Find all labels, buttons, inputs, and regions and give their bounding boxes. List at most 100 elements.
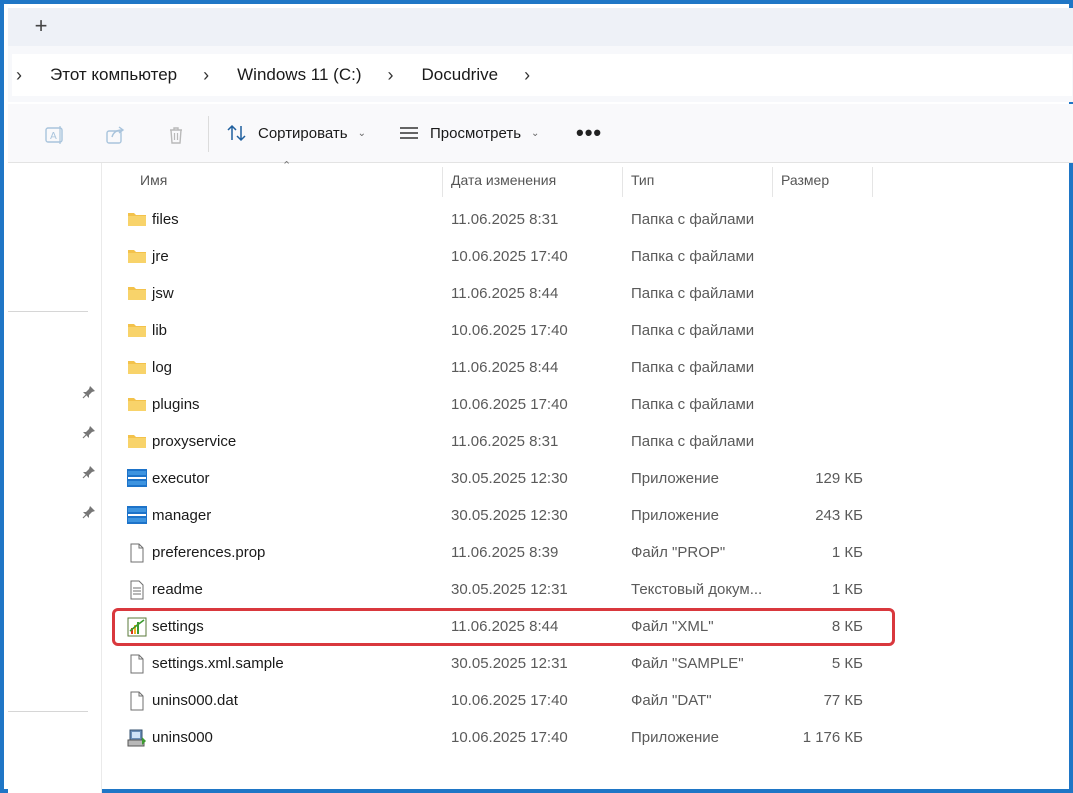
view-list-icon (400, 127, 418, 139)
file-type: Папка с файлами (631, 211, 755, 228)
breadcrumb-this-pc[interactable]: Этот компьютер (26, 65, 199, 85)
delete-icon[interactable] (165, 124, 187, 146)
breadcrumb-chevron-icon[interactable]: › (520, 54, 534, 96)
folder-icon (127, 247, 147, 265)
file-date: 11.06.2025 8:44 (451, 359, 559, 376)
address-bar[interactable]: › Этот компьютер › Windows 11 (C:) › Doc… (12, 54, 1072, 96)
pin-icon[interactable] (82, 505, 96, 519)
file-type: Файл "PROP" (631, 544, 726, 561)
sort-button[interactable]: Сортировать ⌄ (226, 118, 366, 148)
docudrive-app-icon (127, 469, 147, 487)
file-size: 1 КБ (831, 581, 863, 598)
file-type: Папка с файлами (631, 359, 755, 376)
file-type: Приложение (631, 470, 719, 487)
view-label: Просмотреть (430, 124, 522, 142)
file-type: Файл "SAMPLE" (631, 655, 744, 672)
column-header-date[interactable]: Дата изменения (451, 163, 556, 197)
view-button[interactable]: Просмотреть ⌄ (398, 118, 539, 148)
breadcrumb-docudrive[interactable]: Docudrive (398, 65, 521, 85)
file-row-unins000-dat[interactable]: unins000.dat 10.06.2025 17:40 Файл "DAT" 77… (102, 682, 1073, 719)
file-date: 30.05.2025 12:30 (451, 470, 568, 487)
breadcrumb-chevron-icon[interactable]: › (12, 54, 26, 96)
docudrive-app-icon (127, 506, 147, 524)
file-row-files[interactable]: files 11.06.2025 8:31 Папка с файлами (102, 201, 1073, 238)
file-row-manager[interactable]: manager 30.05.2025 12:30 Приложение 243 КБ (102, 497, 1073, 534)
sort-icon (227, 124, 246, 142)
column-separator[interactable] (442, 167, 443, 197)
column-header-type[interactable]: Тип (631, 163, 654, 197)
column-separator[interactable] (872, 167, 873, 197)
folder-icon (127, 210, 147, 228)
file-icon (127, 654, 147, 674)
column-separator[interactable] (622, 167, 623, 197)
explorer-window: + › Этот компьютер › Windows 11 (C:) › D… (0, 0, 1073, 793)
folder-icon (127, 432, 147, 450)
file-name: lib (152, 322, 168, 339)
file-date: 11.06.2025 8:39 (451, 544, 559, 561)
file-size: 1 176 КБ (802, 729, 863, 746)
share-icon[interactable] (105, 124, 127, 146)
installer-icon (127, 728, 147, 747)
breadcrumb-chevron-icon[interactable]: › (384, 54, 398, 96)
file-name: jre (152, 248, 169, 265)
file-name: readme (152, 581, 203, 598)
file-name: proxyservice (152, 433, 237, 450)
text-file-icon (127, 580, 147, 600)
file-size: 77 КБ (823, 692, 863, 709)
nav-divider (8, 311, 88, 312)
column-header-name[interactable]: Имя (140, 163, 167, 197)
file-list: ⌃ Имя Дата изменения Тип Размер files 11.… (102, 160, 1073, 793)
file-row-lib[interactable]: lib 10.06.2025 17:40 Папка с файлами (102, 312, 1073, 349)
file-row-proxyservice[interactable]: proxyservice 11.06.2025 8:31 Папка с файла… (102, 423, 1073, 460)
file-type: Папка с файлами (631, 285, 755, 302)
new-tab-button[interactable]: + (30, 15, 52, 38)
file-type: Папка с файлами (631, 433, 755, 450)
file-type: Папка с файлами (631, 248, 755, 265)
file-date: 10.06.2025 17:40 (451, 729, 568, 746)
file-row-jsw[interactable]: jsw 11.06.2025 8:44 Папка с файлами (102, 275, 1073, 312)
file-size: 5 КБ (831, 655, 863, 672)
file-size: 243 КБ (815, 507, 863, 524)
file-name: settings.xml.sample (152, 655, 284, 672)
file-name: plugins (152, 396, 200, 413)
file-row-plugins[interactable]: plugins 10.06.2025 17:40 Папка с файлами (102, 386, 1073, 423)
file-row-preferences-prop[interactable]: preferences.prop 11.06.2025 8:39 Файл "PRO… (102, 534, 1073, 571)
file-date: 30.05.2025 12:31 (451, 655, 568, 672)
breadcrumb-chevron-icon[interactable]: › (199, 54, 213, 96)
chevron-down-icon: ⌄ (357, 127, 367, 139)
navigation-pane (8, 163, 102, 793)
pin-icon[interactable] (82, 465, 96, 479)
chevron-down-icon: ⌄ (531, 127, 540, 139)
file-row-jre[interactable]: jre 10.06.2025 17:40 Папка с файлами (102, 238, 1073, 275)
file-date: 30.05.2025 12:30 (451, 507, 568, 524)
file-size: 1 КБ (831, 544, 863, 561)
file-date: 11.06.2025 8:44 (451, 285, 559, 302)
column-separator[interactable] (772, 167, 773, 197)
folder-icon (127, 321, 147, 339)
breadcrumb-drive-c[interactable]: Windows 11 (C:) (213, 65, 383, 85)
file-icon (127, 543, 147, 563)
pin-icon[interactable] (82, 385, 96, 399)
file-row-unins000[interactable]: unins000 10.06.2025 17:40 Приложение 1 176 … (102, 719, 1073, 756)
file-row-readme[interactable]: readme 30.05.2025 12:31 Текстовый докум...… (102, 571, 1073, 608)
folder-icon (127, 358, 147, 376)
column-header-size[interactable]: Размер (781, 163, 829, 197)
file-row-log[interactable]: log 11.06.2025 8:44 Папка с файлами (102, 349, 1073, 386)
file-name: executor (152, 470, 210, 487)
file-date: 11.06.2025 8:31 (451, 211, 559, 228)
file-size: 129 КБ (815, 470, 863, 487)
file-date: 10.06.2025 17:40 (451, 692, 568, 709)
more-options-button[interactable]: ••• (576, 120, 602, 146)
file-row-settings-xml-sample[interactable]: settings.xml.sample 30.05.2025 12:31 Файл … (102, 645, 1073, 682)
file-date: 10.06.2025 17:40 (451, 322, 568, 339)
svg-text:A: A (50, 131, 57, 142)
file-row-executor[interactable]: executor 30.05.2025 12:30 Приложение 129 КБ (102, 460, 1073, 497)
tab-strip: + (8, 8, 1073, 46)
command-bar: A Сортировать ⌄ Просмотреть ⌄ ••• (8, 104, 1073, 163)
file-date: 11.06.2025 8:31 (451, 433, 559, 450)
file-date: 10.06.2025 17:40 (451, 248, 568, 265)
pin-icon[interactable] (82, 425, 96, 439)
folder-icon (127, 395, 147, 413)
address-bar-area: › Этот компьютер › Windows 11 (C:) › Doc… (8, 46, 1073, 102)
rename-icon[interactable]: A (44, 124, 66, 146)
